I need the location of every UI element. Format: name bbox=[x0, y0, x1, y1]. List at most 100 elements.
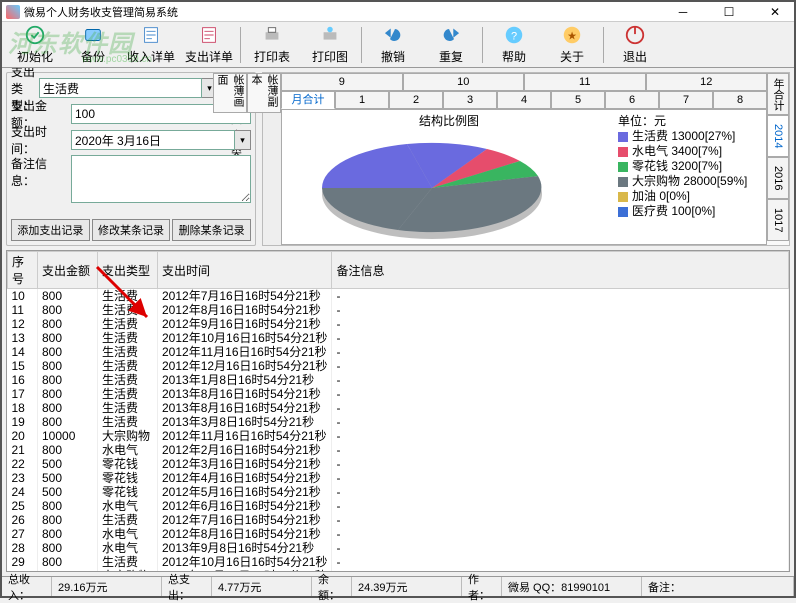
table-row[interactable]: 26800生活费2012年7月16日16时54分21秒- bbox=[8, 513, 789, 527]
time-label: 支出时间： bbox=[11, 123, 67, 157]
month-tab[interactable]: 7 bbox=[659, 91, 713, 109]
year-tab[interactable]: 1017 bbox=[767, 199, 789, 241]
undo-button[interactable]: 撤销 bbox=[364, 24, 422, 66]
help-button[interactable]: ?帮助 bbox=[485, 24, 543, 66]
table-row[interactable]: 13800生活费2012年10月16日16时54分21秒- bbox=[8, 331, 789, 345]
main-area: 支出类型： ▾ 管理支出类型 支出金额： 支出时间： ▾ bbox=[2, 68, 794, 576]
year-tab[interactable]: 年合计 bbox=[767, 73, 789, 115]
income-detail-button[interactable]: 收入详单 bbox=[122, 24, 180, 66]
titlebar: 微易个人财务收支管理简易系统 ─ ☐ ✕ bbox=[2, 2, 794, 22]
window-title: 微易个人财务收支管理简易系统 bbox=[24, 4, 668, 20]
status-author-value: 微易 QQ：81990101 bbox=[502, 577, 642, 596]
month-tab[interactable]: 月合计 bbox=[281, 91, 335, 109]
statusbar: 总收入： 29.16万元 总支出： 4.77万元 余额： 24.39万元 作者：… bbox=[2, 576, 794, 596]
table-row[interactable]: 11800生活费2012年8月16日16时54分21秒- bbox=[8, 303, 789, 317]
redo-button[interactable]: 重复 bbox=[422, 24, 480, 66]
month-tab[interactable]: 9 bbox=[281, 73, 403, 91]
col-header[interactable]: 支出类型 bbox=[98, 252, 158, 289]
close-button[interactable]: ✕ bbox=[760, 3, 790, 21]
memo-input[interactable] bbox=[71, 155, 251, 203]
svg-text:?: ? bbox=[511, 31, 517, 43]
month-tab[interactable]: 10 bbox=[403, 73, 525, 91]
print-chart-button[interactable]: 打印图 bbox=[301, 24, 359, 66]
col-header[interactable]: 支出时间 bbox=[158, 252, 332, 289]
month-tab[interactable]: 12 bbox=[646, 73, 768, 91]
backup-button[interactable]: 备份 bbox=[64, 24, 122, 66]
table-row[interactable]: 18800生活费2013年8月16日16时54分21秒- bbox=[8, 401, 789, 415]
table-row[interactable]: 17800生活费2013年8月16日16时54分21秒- bbox=[8, 387, 789, 401]
table-row[interactable]: 305000大宗购物2012年11月16日16时54分21秒- bbox=[8, 569, 789, 572]
app-icon bbox=[6, 5, 20, 19]
legend-unit: 单位：元 bbox=[618, 114, 764, 129]
month-tab[interactable]: 11 bbox=[524, 73, 646, 91]
table-row[interactable]: 10800生活费2012年7月16日16时54分21秒- bbox=[8, 289, 789, 304]
month-tab[interactable]: 3 bbox=[443, 91, 497, 109]
legend-item: 医疗费 100[0%] bbox=[618, 204, 764, 219]
year-tabs: 年合计201420161017 bbox=[767, 73, 789, 245]
status-author-label: 作者： bbox=[462, 577, 502, 596]
expense-detail-button[interactable]: 支出详单 bbox=[180, 24, 238, 66]
month-tab[interactable]: 1 bbox=[335, 91, 389, 109]
chart-left-vtabs: 帐薄副本 帐薄画面 bbox=[263, 73, 281, 245]
status-income-label: 总收入： bbox=[2, 577, 52, 596]
table-row[interactable]: 22500零花钱2012年3月16日16时54分21秒- bbox=[8, 457, 789, 471]
month-tab[interactable]: 5 bbox=[551, 91, 605, 109]
month-tabs-row2: 月合计12345678 bbox=[281, 91, 767, 109]
legend-item: 生活费 13000[27%] bbox=[618, 129, 764, 144]
legend-item: 加油 0[0%] bbox=[618, 189, 764, 204]
table-row[interactable]: 28800水电气2013年9月8日16时54分21秒- bbox=[8, 541, 789, 555]
vtab-ledger-view[interactable]: 帐薄画面 bbox=[213, 73, 247, 113]
col-header[interactable]: 支出金额 bbox=[38, 252, 98, 289]
print-table-button[interactable]: 打印表 bbox=[243, 24, 301, 66]
table-row[interactable]: 14800生活费2012年11月16日16时54分21秒- bbox=[8, 345, 789, 359]
legend-item: 大宗购物 28000[59%] bbox=[618, 174, 764, 189]
table-row[interactable]: 25800水电气2012年6月16日16时54分21秒- bbox=[8, 499, 789, 513]
status-income-value: 29.16万元 bbox=[52, 577, 162, 596]
edit-record-button[interactable]: 修改某条记录 bbox=[92, 219, 171, 241]
month-tab[interactable]: 4 bbox=[497, 91, 551, 109]
table-row[interactable]: 23500零花钱2012年4月16日16时54分21秒- bbox=[8, 471, 789, 485]
month-tab[interactable]: 2 bbox=[389, 91, 443, 109]
exit-button[interactable]: 退出 bbox=[606, 24, 664, 66]
status-expense-value: 4.77万元 bbox=[212, 577, 312, 596]
svg-text:★: ★ bbox=[567, 31, 577, 43]
table-row[interactable]: 12800生活费2012年9月16日16时54分21秒- bbox=[8, 317, 789, 331]
chart-legend: 单位：元 生活费 13000[27%]水电气 3400[7%]零花钱 3200[… bbox=[616, 110, 766, 244]
table-row[interactable]: 16800生活费2013年1月8日16时54分21秒- bbox=[8, 373, 789, 387]
memo-label: 备注信息： bbox=[11, 155, 67, 189]
table-row[interactable]: 21800水电气2012年2月16日16时54分21秒- bbox=[8, 443, 789, 457]
time-dropdown-icon[interactable]: ▾ bbox=[235, 130, 251, 150]
year-tab[interactable]: 2016 bbox=[767, 157, 789, 199]
legend-item: 水电气 3400[7%] bbox=[618, 144, 764, 159]
delete-record-button[interactable]: 删除某条记录 bbox=[172, 219, 251, 241]
status-balance-value: 24.39万元 bbox=[352, 577, 462, 596]
table-row[interactable]: 29800生活费2012年10月16日16时54分21秒- bbox=[8, 555, 789, 569]
table-row[interactable]: 15800生活费2012年12月16日16时54分21秒- bbox=[8, 359, 789, 373]
maximize-button[interactable]: ☐ bbox=[714, 3, 744, 21]
add-record-button[interactable]: 添加支出记录 bbox=[11, 219, 90, 241]
table-row[interactable]: 24500零花钱2012年5月16日16时54分21秒- bbox=[8, 485, 789, 499]
col-header[interactable]: 序号 bbox=[8, 252, 38, 289]
table-row[interactable]: 27800水电气2012年8月16日16时54分21秒- bbox=[8, 527, 789, 541]
status-memo-label: 备注： bbox=[642, 577, 794, 596]
init-button[interactable]: 初始化 bbox=[6, 24, 64, 66]
month-tabs-row1: 9101112 bbox=[281, 73, 767, 91]
app-window: 微易个人财务收支管理简易系统 ─ ☐ ✕ 河东软件园 www.pc0359.cn… bbox=[0, 0, 796, 598]
time-input[interactable] bbox=[71, 130, 235, 150]
month-tab[interactable]: 8 bbox=[713, 91, 767, 109]
table-row[interactable]: 19800生活费2013年3月8日16时54分21秒- bbox=[8, 415, 789, 429]
table-row[interactable]: 2010000大宗购物2012年11月16日16时54分21秒- bbox=[8, 429, 789, 443]
toolbar: 河东软件园 www.pc0359.cn 初始化 备份 收入详单 支出详单 打印表… bbox=[2, 22, 794, 68]
pie-chart: 结构比例图 bbox=[282, 110, 616, 244]
about-button[interactable]: ★关于 bbox=[543, 24, 601, 66]
vtab-ledger-copy[interactable]: 帐薄副本 bbox=[247, 73, 281, 113]
status-balance-label: 余额： bbox=[312, 577, 352, 596]
status-expense-label: 总支出： bbox=[162, 577, 212, 596]
month-tab[interactable]: 6 bbox=[605, 91, 659, 109]
legend-item: 零花钱 3200[7%] bbox=[618, 159, 764, 174]
col-header[interactable]: 备注信息 bbox=[332, 252, 789, 289]
records-table[interactable]: 序号支出金额支出类型支出时间备注信息 10800生活费2012年7月16日16时… bbox=[6, 250, 790, 572]
type-input[interactable] bbox=[39, 78, 202, 98]
year-tab[interactable]: 2014 bbox=[767, 115, 789, 157]
minimize-button[interactable]: ─ bbox=[668, 3, 698, 21]
